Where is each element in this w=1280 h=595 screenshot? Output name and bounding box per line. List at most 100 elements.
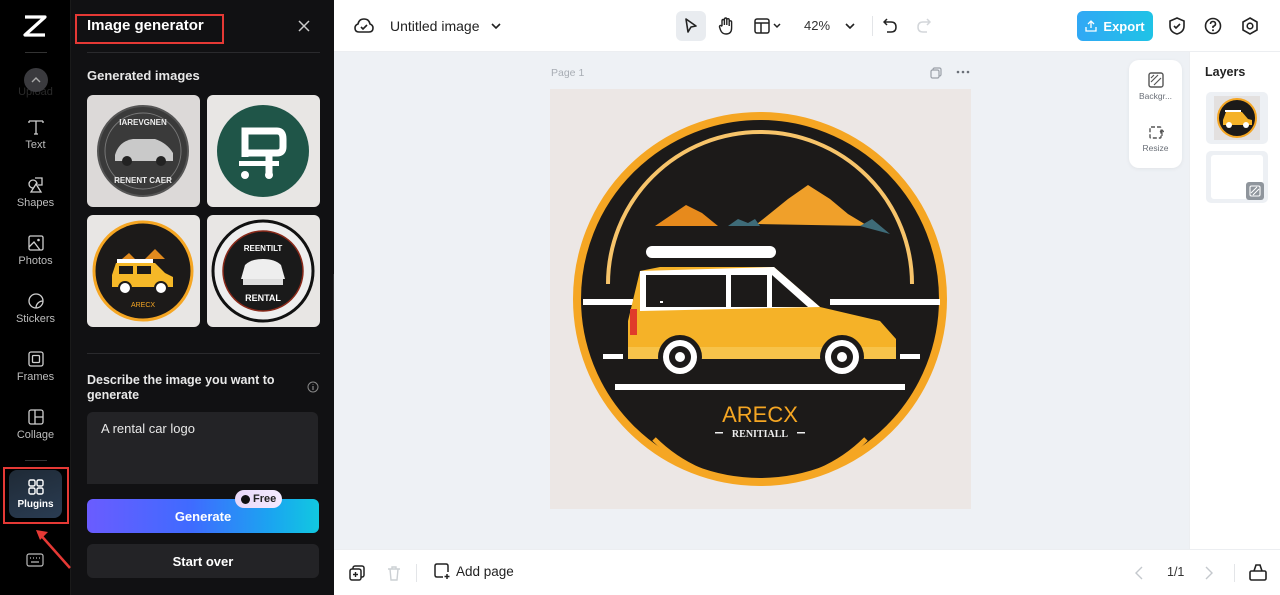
redo-icon (917, 18, 931, 33)
layer-thumbnail (1214, 96, 1260, 140)
background-layer-badge (1246, 182, 1264, 200)
background-icon (1249, 185, 1261, 197)
redo-button[interactable] (914, 16, 934, 36)
logo-title-text: ARECX (722, 402, 798, 427)
photos-icon (27, 235, 44, 251)
thumbnail-image: ARECX (92, 220, 194, 322)
bottom-toolbar: Add page 1/1 (334, 549, 1280, 595)
rail-item-label: Collage (16, 429, 55, 441)
duplicate-page-icon[interactable] (349, 565, 365, 581)
help-icon (1204, 17, 1222, 35)
rail-item-label: Stickers (15, 313, 56, 325)
panel-divider (87, 52, 320, 53)
rail-item-frames[interactable]: Frames (0, 350, 71, 400)
floating-tools-panel: Backgr... Resize (1129, 60, 1182, 168)
undo-button[interactable] (880, 16, 900, 36)
app-window: Upload Text Shapes Photos Stickers Frame… (0, 0, 1280, 595)
rail-item-text[interactable]: Text (0, 118, 71, 168)
capcut-logo-icon[interactable] (22, 14, 48, 38)
generated-image-thumbnail[interactable]: IAREVGNEN RENENT CAER (87, 95, 200, 207)
stickers-icon (27, 293, 44, 309)
rail-item-label: Shapes (16, 197, 55, 209)
keyboard-shortcuts-icon[interactable] (26, 553, 44, 567)
describe-label: Describe the image you want to generate (87, 373, 275, 402)
rail-item-shapes[interactable]: Shapes (0, 176, 71, 226)
zoom-level[interactable]: 42% (804, 18, 830, 33)
plugins-icon (27, 479, 44, 495)
background-tool-label: Backgr... (1138, 91, 1173, 101)
generated-image-thumbnail[interactable]: REENTILT RENTAL (207, 215, 320, 327)
free-badge-label: Free (253, 493, 277, 505)
generated-image-thumbnail[interactable]: ARECX (87, 215, 200, 327)
generated-images-label: Generated images (87, 68, 200, 83)
zoom-dropdown-chevron-icon[interactable] (844, 20, 856, 32)
background-tool-button[interactable]: Backgr... (1129, 72, 1182, 101)
rail-item-label: Text (25, 139, 46, 151)
document-title[interactable]: Untitled image (390, 18, 480, 34)
export-button[interactable]: Export (1077, 11, 1153, 41)
rail-item-collage[interactable]: Collage (0, 408, 71, 458)
delete-page-icon[interactable] (387, 565, 401, 581)
hand-tool-button[interactable] (714, 14, 738, 38)
collage-icon (27, 409, 44, 425)
resize-tool-button[interactable]: Resize (1129, 124, 1182, 153)
rail-item-photos[interactable]: Photos (0, 234, 71, 284)
layers-title: Layers (1205, 65, 1246, 79)
duplicate-page-icon[interactable] (930, 67, 942, 79)
layer-item-background[interactable] (1206, 151, 1268, 203)
add-page-button[interactable]: Add page (434, 563, 514, 579)
prompt-input[interactable]: A rental car logo (87, 412, 318, 484)
shapes-icon (27, 177, 43, 193)
help-button[interactable] (1202, 15, 1224, 37)
background-icon (1147, 72, 1164, 88)
toolbar-divider (416, 564, 417, 582)
info-icon[interactable] (307, 381, 319, 393)
start-over-button[interactable]: Start over (87, 544, 319, 578)
image-generator-panel: Image generator Generated images IAREVGN… (71, 0, 334, 595)
hand-icon (718, 17, 733, 35)
cloud-saved-icon[interactable] (354, 16, 374, 36)
page-label: Page 1 (551, 67, 585, 79)
generated-image-thumbnail[interactable] (207, 95, 320, 207)
rail-item-stickers[interactable]: Stickers (0, 292, 71, 342)
rental-car-logo-image: ARECX RENITIALL (573, 112, 947, 486)
chevron-down-icon[interactable] (490, 20, 502, 32)
panel-title: Image generator (87, 17, 204, 34)
rail-divider (25, 460, 47, 461)
rail-item-plugins[interactable]: Plugins (9, 470, 62, 518)
toolbar-divider (1234, 564, 1235, 582)
left-rail: Upload Text Shapes Photos Stickers Frame… (0, 0, 71, 595)
thumbnail-image: IAREVGNEN RENENT CAER (97, 105, 189, 197)
scroll-up-button[interactable] (24, 68, 48, 92)
panel-divider (87, 353, 320, 354)
layer-item-image[interactable] (1206, 92, 1268, 144)
rail-item-label: Photos (18, 255, 53, 267)
previous-page-icon[interactable] (1135, 566, 1143, 580)
close-icon[interactable] (296, 18, 312, 34)
rail-item-label: Frames (16, 371, 55, 383)
layout-menu-button[interactable] (752, 14, 786, 38)
logo-subtitle-text: RENITIALL (732, 429, 788, 440)
canvas-page[interactable]: ARECX RENITIALL (550, 89, 971, 509)
thumbnail-image: REENTILT RENTAL (211, 219, 315, 323)
text-icon (27, 120, 44, 135)
thumbnail-caption-bottom: RENENT CAER (114, 176, 172, 185)
chevron-up-icon (31, 77, 41, 83)
select-tool-button[interactable] (676, 11, 706, 41)
canvas-area: Page 1 ARECX RENITIALL (334, 52, 1189, 549)
layout-icon (754, 18, 781, 34)
settings-button[interactable] (1239, 15, 1261, 37)
cursor-icon (685, 18, 697, 33)
thumbnail-caption-top: IAREVGNEN (119, 118, 167, 127)
export-label: Export (1103, 18, 1145, 34)
rail-divider (25, 52, 47, 53)
undo-icon (883, 18, 897, 33)
security-button[interactable] (1166, 15, 1188, 37)
more-options-icon[interactable] (956, 70, 970, 74)
generate-button[interactable]: Generate (87, 499, 319, 533)
add-page-label: Add page (456, 563, 514, 579)
expand-pages-icon[interactable] (1249, 563, 1267, 581)
toolbar-divider (872, 16, 873, 36)
resize-icon (1148, 126, 1164, 139)
next-page-icon[interactable] (1205, 566, 1213, 580)
